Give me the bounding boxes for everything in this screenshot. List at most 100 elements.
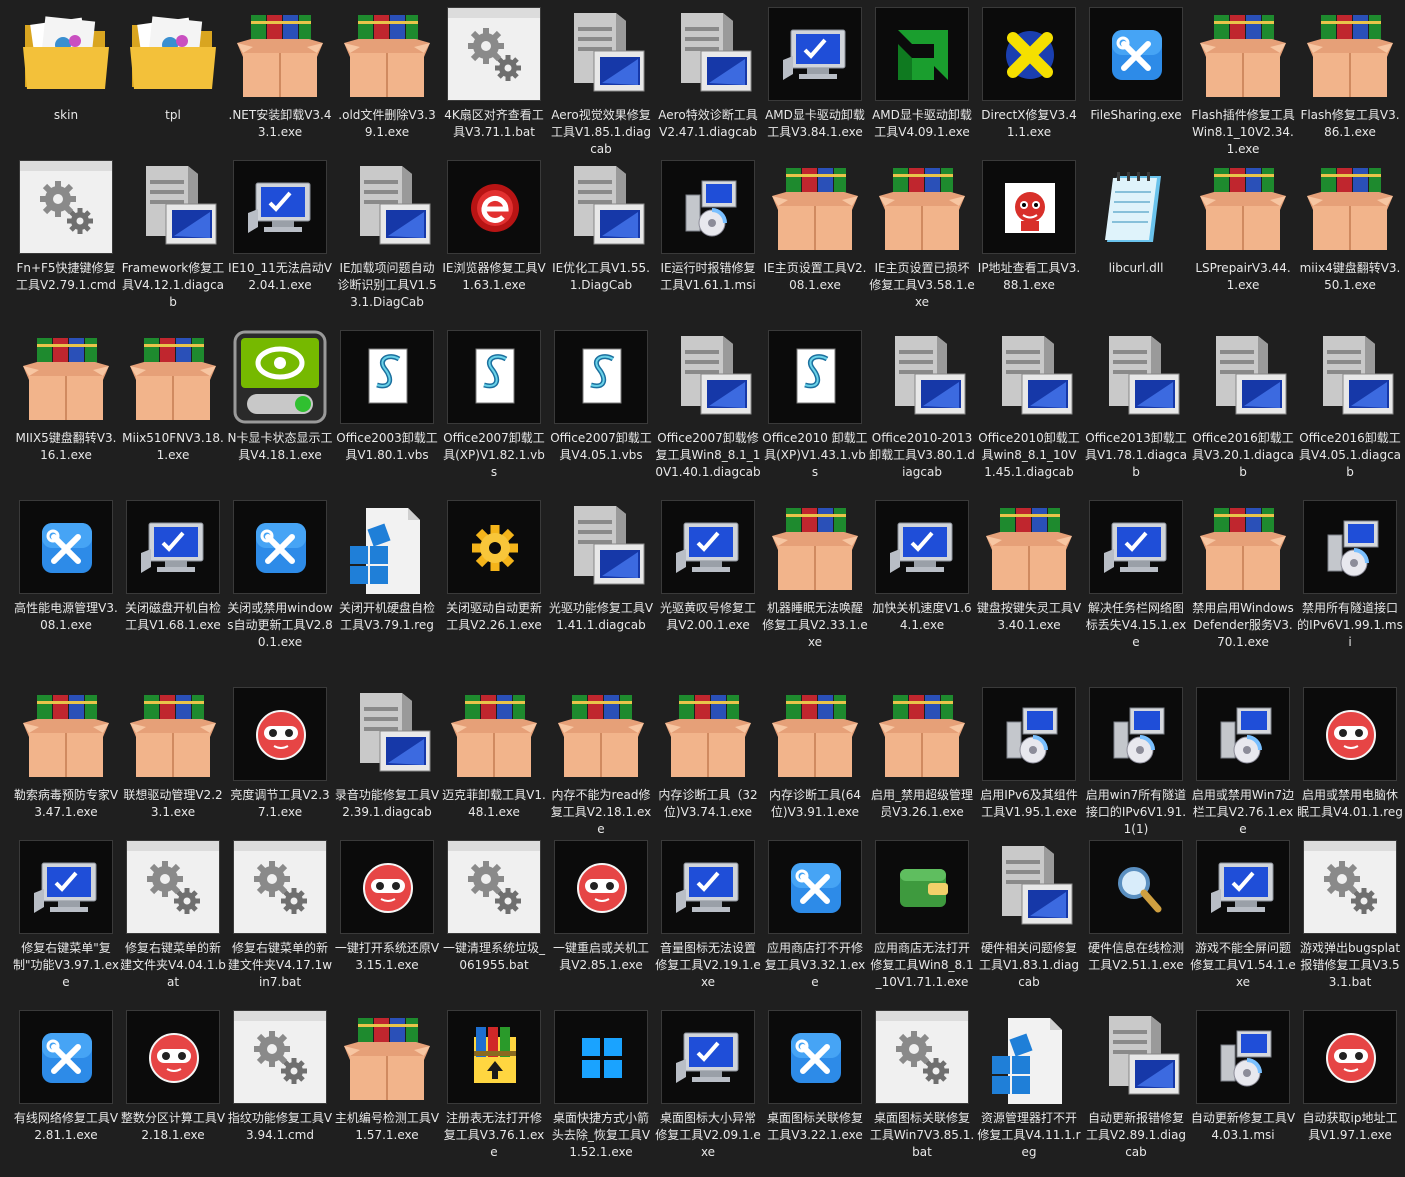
file-item[interactable]: 机器睡眠无法唤醒修复工具V2.33.1.exe: [762, 500, 875, 667]
file-item[interactable]: Aero特效诊断工具V2.47.1.diagcab: [658, 7, 768, 174]
file-item[interactable]: 高性能电源管理V3.08.1.exe: [14, 500, 126, 667]
file-item[interactable]: 禁用启用Windows Defender服务V3.70.1.exe: [1192, 500, 1303, 667]
file-item[interactable]: Office2010-2013卸载工具V3.80.1.diagcab: [869, 330, 982, 497]
file-item[interactable]: IE主页设置工具V2.08.1.exe: [764, 160, 875, 327]
file-item[interactable]: DirectX修复V3.41.1.exe: [981, 7, 1089, 174]
file-item[interactable]: 亮度调节工具V2.37.1.exe: [230, 687, 340, 854]
file-item[interactable]: 内存诊断工具(64位)V3.91.1.exe: [768, 687, 875, 854]
file-name-label: 一键打开系统还原V3.15.1.exe: [334, 941, 440, 972]
file-item[interactable]: 启用或禁用电脑休眠工具V4.01.1.reg: [1297, 687, 1405, 854]
file-item[interactable]: 指纹功能修复工具V3.94.1.cmd: [228, 1010, 340, 1177]
file-item[interactable]: IE运行时报错修复工具V1.61.1.msi: [660, 160, 768, 327]
file-item[interactable]: 游戏不能全屏问题修复工具V1.54.1.exe: [1190, 840, 1303, 1007]
file-item[interactable]: 启用win7所有隧道接口的IPv6V1.91.1(1): [1086, 687, 1196, 854]
file-item[interactable]: 资源管理器打不开修复工具V4.11.1.reg: [977, 1010, 1089, 1177]
file-item[interactable]: 勒索病毒预防专家V3.47.1.exe: [14, 687, 126, 854]
file-item[interactable]: .old文件删除V3.39.1.exe: [338, 7, 447, 174]
red-mascot-icon: [126, 1010, 220, 1104]
file-item[interactable]: Office2013卸载工具V1.78.1.diagcab: [1085, 330, 1196, 497]
file-name-label: 修复右键菜单"复制"功能V3.97.1.exe: [13, 941, 119, 989]
file-item[interactable]: IE加载项问题自动诊断识别工具V1.53.1.DiagCab: [337, 160, 447, 327]
file-item[interactable]: 桌面图标大小异常修复工具V2.09.1.exe: [655, 1010, 768, 1177]
file-item[interactable]: 加快关机速度V1.64.1.exe: [872, 500, 982, 667]
file-item[interactable]: 应用商店打不开修复工具V3.32.1.exe: [765, 840, 875, 1007]
file-item[interactable]: IE主页设置已损坏修复工具V3.58.1.exe: [869, 160, 982, 327]
file-item[interactable]: Office2007卸载工具V4.05.1.vbs: [550, 330, 661, 497]
file-item[interactable]: 整数分区计算工具V2.18.1.exe: [121, 1010, 233, 1177]
file-item[interactable]: 有线网络修复工具V2.81.1.exe: [14, 1010, 126, 1177]
file-item[interactable]: .NET安装卸载V3.43.1.exe: [229, 7, 340, 174]
file-item[interactable]: 音量图标无法设置修复工具V2.19.1.exe: [655, 840, 768, 1007]
file-item[interactable]: 键盘按键失灵工具V3.40.1.exe: [977, 500, 1089, 667]
file-item[interactable]: N卡显卡状态显示工具V4.18.1.exe: [228, 330, 340, 497]
file-item[interactable]: 4K扇区对齐查看工具V3.71.1.bat: [444, 7, 554, 174]
file-item[interactable]: AMD显卡驱动卸载工具V3.84.1.exe: [765, 7, 875, 174]
file-item[interactable]: 自动更新报错修复工具V2.89.1.diagcab: [1086, 1010, 1196, 1177]
file-item[interactable]: Office2010卸载工具win8_8.1_10V1.45.1.diagcab: [978, 330, 1089, 497]
file-item[interactable]: 启用或禁用Win7边栏工具V2.76.1.exe: [1192, 687, 1303, 854]
file-item[interactable]: 修复右键菜单"复制"功能V3.97.1.exe: [13, 840, 126, 1007]
file-item[interactable]: Flash修复工具V3.86.1.exe: [1300, 7, 1405, 174]
file-item[interactable]: Office2016卸载工具V3.20.1.diagcab: [1192, 330, 1303, 497]
tools-icon: [768, 1010, 862, 1104]
file-item[interactable]: Fn+F5快捷键修复工具V2.79.1.cmd: [16, 160, 126, 327]
file-item[interactable]: 硬件相关问题修复工具V1.83.1.diagcab: [979, 840, 1089, 1007]
file-item[interactable]: 关闭开机硬盘自检工具V3.79.1.reg: [339, 500, 447, 667]
file-item[interactable]: 关闭或禁用windows自动更新工具V2.80.1.exe: [227, 500, 340, 667]
file-item[interactable]: 自动更新修复工具V4.03.1.msi: [1191, 1010, 1303, 1177]
file-item[interactable]: 一键打开系统还原V3.15.1.exe: [335, 840, 447, 1007]
file-item[interactable]: 桌面图标关联修复工具V3.22.1.exe: [767, 1010, 875, 1177]
file-item[interactable]: IP地址查看工具V3.88.1.exe: [978, 160, 1089, 327]
file-item[interactable]: 联想驱动管理V2.23.1.exe: [123, 687, 233, 854]
file-item[interactable]: IE优化工具V1.55.1.DiagCab: [552, 160, 661, 327]
file-item[interactable]: 一键清理系统垃圾_061955.bat: [443, 840, 554, 1007]
file-item[interactable]: Miix510FNV3.18.1.exe: [122, 330, 233, 497]
file-item[interactable]: 关闭驱动自动更新工具V2.26.1.exe: [446, 500, 554, 667]
file-item[interactable]: 录音功能修复工具V2.39.1.diagcab: [335, 687, 447, 854]
file-item[interactable]: 应用商店无法打开修复工具Win8_8.1_10V1.71.1.exe: [870, 840, 982, 1007]
file-item[interactable]: IE浏览器修复工具V1.63.1.exe: [442, 160, 554, 327]
tools-icon: [19, 1010, 113, 1104]
file-item[interactable]: 桌面快捷方式小箭头去除_恢复工具V1.52.1.exe: [552, 1010, 661, 1177]
file-item[interactable]: skin: [19, 7, 126, 174]
file-item[interactable]: 游戏弹出bugsplat报错修复工具V3.53.1.bat: [1300, 840, 1405, 1007]
file-item[interactable]: 关闭磁盘开机自检工具V1.68.1.exe: [125, 500, 233, 667]
file-item[interactable]: Framework修复工具V4.12.1.diagcab: [122, 160, 233, 327]
file-item[interactable]: libcurl.dll: [1089, 160, 1196, 327]
file-item[interactable]: 内存不能为read修复工具V2.18.1.exe: [551, 687, 661, 854]
file-item[interactable]: IE10_11无法启动V2.04.1.exe: [228, 160, 340, 327]
file-item[interactable]: Flash插件修复工具Win8.1_10V2.34.1.exe: [1191, 7, 1303, 174]
file-item[interactable]: AMD显卡驱动卸载工具V4.09.1.exe: [872, 7, 982, 174]
file-item[interactable]: tpl: [126, 7, 233, 174]
file-item[interactable]: 桌面图标关联修复工具Win7V3.85.1.bat: [870, 1010, 982, 1177]
file-item[interactable]: Office2010 卸载工具(XP)V1.43.1.vbs: [762, 330, 875, 497]
file-item[interactable]: Aero视觉效果修复工具V1.85.1.diagcab: [551, 7, 661, 174]
file-item[interactable]: 注册表无法打开修复工具V3.76.1.exe: [444, 1010, 554, 1177]
file-item[interactable]: 内存诊断工具（32位)V3.74.1.exe: [658, 687, 768, 854]
file-item[interactable]: 主机编号检测工具V1.57.1.exe: [335, 1010, 447, 1177]
file-item[interactable]: 一键重启或关机工具V2.85.1.exe: [553, 840, 661, 1007]
file-item[interactable]: 硬件信息在线检测工具V2.51.1.exe: [1088, 840, 1196, 1007]
file-item[interactable]: Office2007卸载工具(XP)V1.82.1.vbs: [443, 330, 554, 497]
package-box-icon: [875, 160, 969, 254]
monitor-check-icon: [768, 7, 862, 101]
file-item[interactable]: 修复右键菜单的新建文件夹V4.04.1.bat: [120, 840, 233, 1007]
file-item[interactable]: Office2007卸载修复工具Win8_8.1_10V1.40.1.diagc…: [655, 330, 768, 497]
file-item[interactable]: miix4键盘翻转V3.50.1.exe: [1300, 160, 1405, 327]
file-item[interactable]: FileSharing.exe: [1089, 7, 1196, 174]
file-item[interactable]: 迈克菲卸载工具V1.48.1.exe: [442, 687, 554, 854]
file-item[interactable]: 启用_禁用超级管理员V3.26.1.exe: [871, 687, 982, 854]
file-item[interactable]: MIIX5键盘翻转V3.16.1.exe: [16, 330, 126, 497]
file-item[interactable]: 解决任务栏网络图标丢失V4.15.1.exe: [1086, 500, 1196, 667]
file-item[interactable]: 启用IPv6及其组件工具V1.95.1.exe: [980, 687, 1089, 854]
file-item[interactable]: LSPrepairV3.44.1.exe: [1195, 160, 1303, 327]
file-item[interactable]: Office2016卸载工具V4.05.1.diagcab: [1299, 330, 1405, 497]
file-item[interactable]: 自动获取ip地址工具V1.97.1.exe: [1303, 1010, 1405, 1177]
file-name-label: miix4键盘翻转V3.50.1.exe: [1299, 261, 1401, 292]
file-item[interactable]: Office2003卸载工具V1.80.1.vbs: [336, 330, 447, 497]
file-item[interactable]: 修复右键菜单的新建文件夹V4.17.1win7.bat: [228, 840, 340, 1007]
file-item[interactable]: 光驱黄叹号修复工具V2.00.1.exe: [660, 500, 768, 667]
installer-icon: [1196, 1010, 1290, 1104]
file-item[interactable]: 光驱功能修复工具V1.41.1.diagcab: [549, 500, 661, 667]
file-item[interactable]: 禁用所有隧道接口的IPv6V1.99.1.msi: [1297, 500, 1405, 667]
